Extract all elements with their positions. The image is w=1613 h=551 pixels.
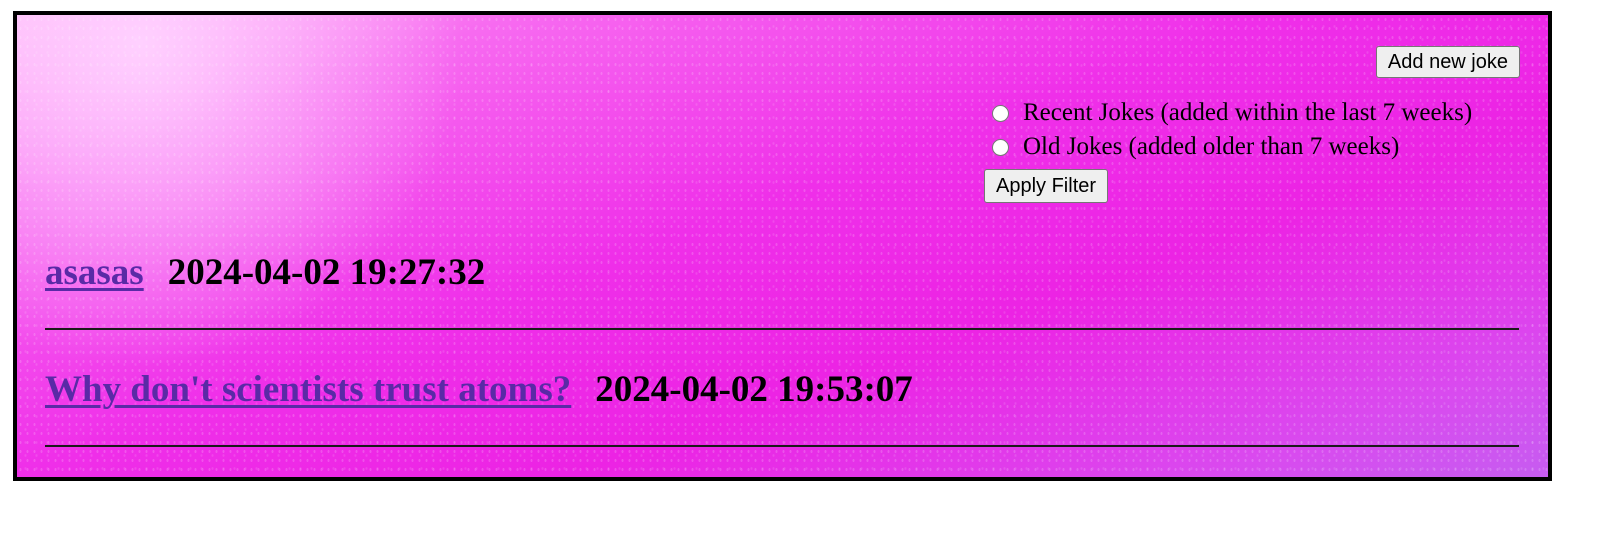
joke-title-link[interactable]: asasas: [45, 252, 144, 293]
joke-entry: asasas 2024-04-02 19:27:32: [45, 251, 485, 294]
recent-jokes-radio[interactable]: [992, 104, 1009, 122]
old-jokes-label: Old Jokes (added older than 7 weeks): [1023, 133, 1400, 160]
old-jokes-radio[interactable]: [992, 138, 1009, 156]
apply-filter-button[interactable]: Apply Filter: [984, 169, 1109, 203]
filter-option-recent[interactable]: Recent Jokes (added within the last 7 we…: [984, 96, 1472, 130]
filter-option-old[interactable]: Old Jokes (added older than 7 weeks): [984, 130, 1472, 164]
filter-form: Recent Jokes (added within the last 7 we…: [984, 96, 1472, 203]
recent-jokes-label: Recent Jokes (added within the last 7 we…: [1023, 99, 1473, 126]
joke-title-link[interactable]: Why don't scientists trust atoms?: [45, 369, 571, 410]
joke-timestamp: 2024-04-02 19:53:07: [595, 369, 913, 410]
joke-entry: Why don't scientists trust atoms? 2024-04…: [45, 368, 913, 411]
add-new-joke-button[interactable]: Add new joke: [1375, 46, 1520, 78]
divider: [45, 328, 1519, 330]
joke-timestamp: 2024-04-02 19:27:32: [167, 252, 486, 293]
divider: [45, 445, 1519, 447]
main-panel: Add new joke Recent Jokes (added within …: [13, 11, 1552, 481]
